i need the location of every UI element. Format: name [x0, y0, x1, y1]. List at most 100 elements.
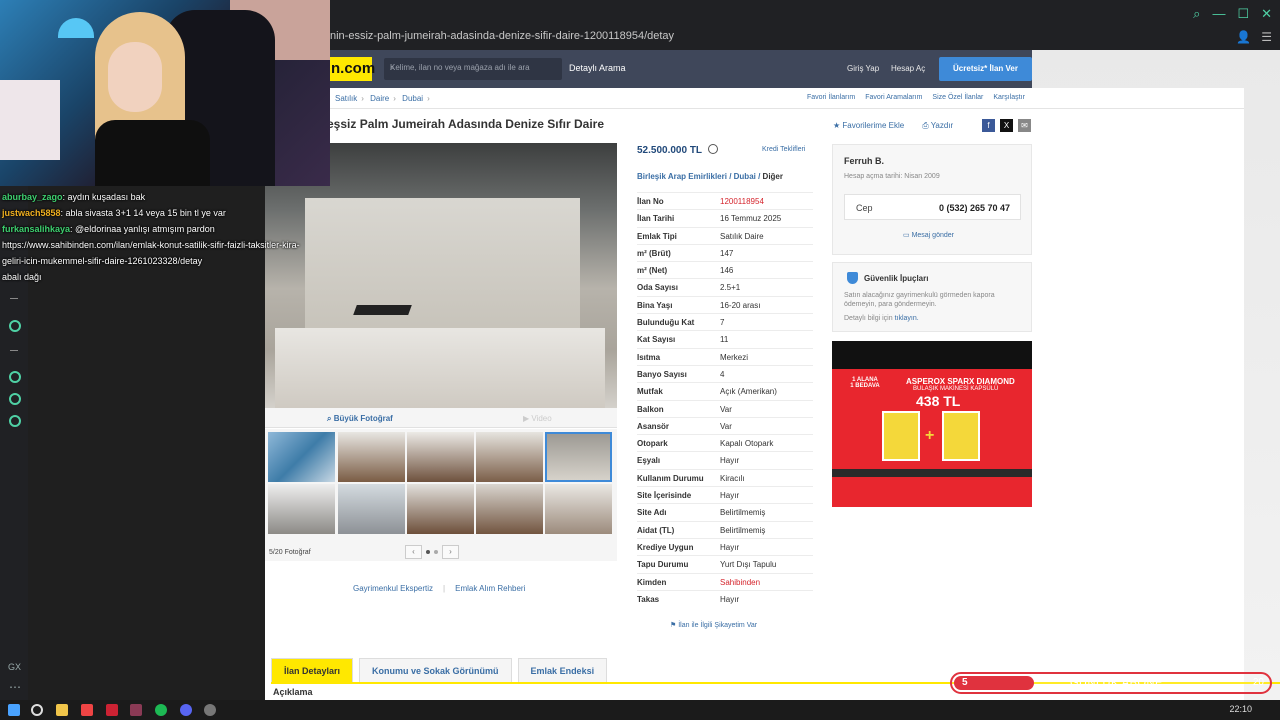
maximize-icon[interactable]: ☐ — [1237, 6, 1249, 22]
breadcrumb-item[interactable]: Dubai — [402, 94, 423, 103]
detail-row: Isıtma Merkezi — [637, 347, 813, 365]
thumbnail[interactable] — [338, 484, 405, 534]
thumbnail[interactable] — [268, 484, 335, 534]
breadcrumb-item[interactable]: Satılık — [335, 94, 357, 103]
thumbnail[interactable] — [407, 432, 474, 482]
close-icon[interactable]: ✕ — [1261, 6, 1272, 22]
signup-link[interactable]: Hesap Aç — [891, 64, 925, 73]
detail-row: Kullanım Durumu Kiracılı — [637, 468, 813, 486]
detail-row: Site İçerisinde Hayır — [637, 486, 813, 503]
favorite-searches-link[interactable]: Favori Aramalarım — [865, 94, 922, 101]
taskbar: 22:10 — [0, 700, 1280, 720]
chat-message: geliri-icin-mukemmel-sifir-daire-1261023… — [2, 256, 332, 272]
separator: | — [443, 584, 446, 593]
safety-more-link[interactable]: tıklayın. — [895, 315, 919, 322]
detail-key: Kullanım Durumu — [637, 473, 704, 483]
sidebar-divider — [10, 298, 18, 299]
clock-app-icon[interactable] — [204, 704, 216, 716]
favorite-button[interactable]: ★ Favorilerime Ekle — [833, 121, 904, 131]
video-button[interactable]: ▶ Video — [523, 414, 552, 423]
complaint-link[interactable]: ⚑ İlan ile İlgili Şikayetim Var — [670, 621, 757, 629]
advertisement[interactable]: 1 ALANA 1 BEDAVA ASPEROX SPARX DIAMOND B… — [832, 341, 1032, 507]
advanced-search-link[interactable]: Detaylı Arama — [569, 63, 626, 73]
ad-footer — [832, 469, 1032, 477]
extensions-icon[interactable] — [9, 393, 21, 405]
x-icon[interactable]: X — [1000, 119, 1013, 132]
detail-key: Otopark — [637, 439, 668, 449]
opera-gx-icon[interactable] — [106, 704, 118, 716]
credit-offers-link[interactable]: Kredi Teklifleri — [762, 146, 805, 153]
send-message-button[interactable]: ▭ Mesaj gönder — [903, 231, 954, 239]
tray-clock[interactable]: 22:10 — [1229, 704, 1252, 714]
obs-icon[interactable] — [130, 704, 142, 716]
page-dot[interactable] — [434, 550, 438, 554]
next-page-button[interactable]: › — [442, 545, 459, 559]
chat-message: furkansalihkaya: @eldorinaa yanlışı atmı… — [2, 224, 332, 240]
minimize-icon[interactable]: — — [1212, 6, 1225, 22]
sidebar-divider — [10, 350, 18, 351]
chat-text: abalı dağı — [2, 272, 42, 282]
search-icon[interactable]: ⌕ — [390, 63, 394, 73]
thumbnail[interactable] — [268, 432, 335, 482]
tab-location[interactable]: Konumu ve Sokak Görünümü — [359, 658, 512, 682]
discord-icon[interactable] — [180, 704, 192, 716]
printer-icon: ⎙ — [922, 121, 931, 130]
detail-row: Kimden Sahibinden — [637, 572, 813, 590]
thumbnail[interactable] — [338, 432, 405, 482]
thumbnail-selected[interactable] — [545, 432, 612, 482]
detail-row: Oda Sayısı 2.5+1 — [637, 278, 813, 295]
site-logo[interactable]: n.com — [328, 57, 375, 81]
location-country[interactable]: Birleşik Arap Emirlikleri — [637, 172, 727, 181]
search-icon[interactable] — [31, 704, 43, 716]
chat-username[interactable]: furkansalihkaya — [2, 224, 70, 234]
chat-username[interactable]: aburbay_zago — [2, 192, 63, 202]
video-label: Video — [531, 414, 552, 423]
phone-box[interactable]: Cep 0 (532) 265 70 47 — [844, 194, 1021, 220]
login-link[interactable]: Giriş Yap — [847, 64, 879, 73]
thumbnail[interactable] — [476, 484, 543, 534]
appraisal-link[interactable]: Gayrimenkul Ekspertiz — [353, 584, 433, 593]
facebook-icon[interactable]: f — [982, 119, 995, 132]
detail-row: Takas Hayır — [637, 589, 813, 607]
menu-icon[interactable]: ☰ — [1261, 30, 1272, 44]
profile-icon[interactable]: 👤 — [1236, 30, 1251, 44]
print-button[interactable]: ⎙ Yazdır — [922, 121, 953, 131]
detail-value: Hayır — [720, 542, 740, 552]
player-icon[interactable] — [9, 320, 21, 332]
address-bar[interactable]: nin-essiz-palm-jumeirah-adasinda-denize-… — [330, 30, 674, 42]
compare-link[interactable]: Karşılaştır — [993, 94, 1025, 101]
breadcrumb-item[interactable]: Daire — [370, 94, 389, 103]
spotify-icon[interactable] — [155, 704, 167, 716]
ad-title: ASPEROX SPARX DIAMOND — [906, 377, 1015, 386]
big-photo-button[interactable]: ⌕ Büyük Fotoğraf — [327, 414, 393, 424]
detail-value: Belirtilmemiş — [720, 525, 766, 535]
search-icon[interactable]: ⌕ — [1193, 6, 1200, 22]
browser-icon[interactable] — [81, 704, 93, 716]
windows-start-icon[interactable] — [8, 704, 20, 716]
search-input[interactable]: Kelime, ilan no veya mağaza adı ile ara … — [384, 58, 562, 80]
buying-guide-link[interactable]: Emlak Alım Rehberi — [455, 584, 525, 593]
detail-key: m² (Net) — [637, 266, 668, 276]
settings-icon[interactable] — [9, 415, 21, 427]
gx-icon[interactable]: GX — [8, 662, 21, 672]
thumbnail[interactable] — [545, 484, 612, 534]
tab-real-estate-index[interactable]: Emlak Endeksi — [517, 658, 608, 682]
post-ad-button[interactable]: Ücretsiz* İlan Ver — [939, 57, 1032, 81]
thumbnail[interactable] — [407, 484, 474, 534]
price-history-icon[interactable] — [708, 144, 718, 154]
history-icon[interactable] — [9, 371, 21, 383]
detail-value: 4 — [720, 369, 725, 379]
chat-username[interactable]: justwach5858 — [2, 208, 61, 218]
more-icon[interactable]: ⋯ — [9, 680, 21, 694]
mail-icon[interactable]: ✉ — [1018, 119, 1031, 132]
favorite-listings-link[interactable]: Favori İlanlarım — [807, 94, 855, 101]
thumbnail[interactable] — [476, 432, 543, 482]
prev-page-button[interactable]: ‹ — [405, 545, 422, 559]
file-explorer-icon[interactable] — [56, 704, 68, 716]
recommended-link[interactable]: Size Özel İlanlar — [932, 94, 983, 101]
location-city[interactable]: Dubai — [734, 172, 756, 181]
details-table: İlan No 1200118954 İlan Tarihi 16 Temmuz 20… — [637, 192, 813, 607]
detail-value: 146 — [720, 266, 734, 276]
tab-listing-details[interactable]: İlan Detayları — [271, 658, 354, 682]
page-dot-active[interactable] — [426, 550, 430, 554]
